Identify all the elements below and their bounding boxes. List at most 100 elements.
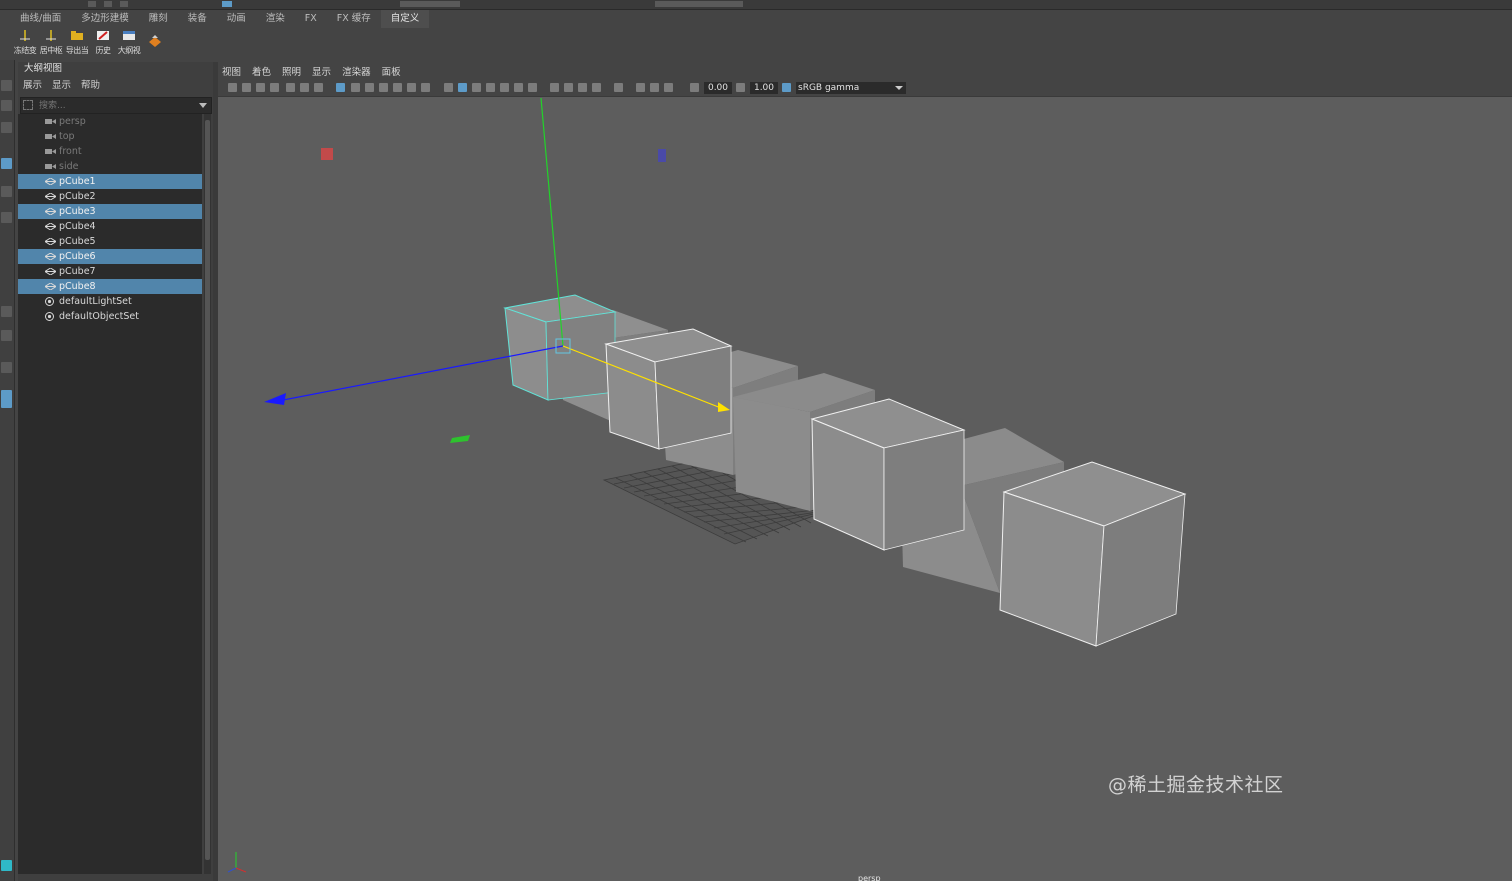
shelf-tab-rigging[interactable]: 装备 — [178, 10, 217, 28]
outliner-item-pcube8[interactable]: pCube8 — [18, 279, 202, 294]
outliner-item-pcube7[interactable]: pCube7 — [18, 264, 202, 279]
transform-gizmo-button[interactable] — [142, 30, 168, 58]
gate-mask-icon[interactable] — [379, 83, 388, 92]
field-chart-icon[interactable] — [393, 83, 402, 92]
viewport-menu-view[interactable]: 视图 — [222, 64, 241, 78]
default-material-icon[interactable] — [472, 83, 481, 92]
menu-icon[interactable] — [104, 1, 112, 7]
grease-pencil-icon[interactable] — [300, 83, 309, 92]
rotate-tool-icon[interactable] — [1, 186, 12, 197]
export-selection-button[interactable]: 导出当 — [64, 30, 90, 58]
outliner-item-pcube6[interactable]: pCube6 — [18, 249, 202, 264]
anti-aliasing-icon[interactable] — [578, 83, 587, 92]
outliner-menu-display[interactable]: 展示 — [23, 77, 42, 91]
shelf-tab-fx-cache[interactable]: FX 缓存 — [327, 10, 381, 28]
menu-dropdown[interactable] — [400, 1, 460, 7]
script-editor-icon[interactable] — [1, 860, 12, 871]
outliner-item-pcube2[interactable]: pCube2 — [18, 189, 202, 204]
resolution-gate-icon[interactable] — [365, 83, 374, 92]
xray-joints-icon[interactable] — [664, 83, 673, 92]
exposure-icon[interactable] — [690, 83, 699, 92]
viewport-menu-renderer[interactable]: 渲染器 — [342, 64, 371, 78]
menu-icon[interactable] — [88, 1, 96, 7]
select-tool-icon[interactable] — [1, 80, 12, 91]
outliner-menu-help[interactable]: 帮助 — [81, 77, 100, 91]
shelf-tab-rendering[interactable]: 渲染 — [256, 10, 295, 28]
xray-icon[interactable] — [636, 83, 645, 92]
scrollbar-thumb[interactable] — [205, 120, 210, 860]
cube-pcube8[interactable] — [999, 461, 1187, 647]
grid-icon[interactable] — [336, 83, 345, 92]
viewport-menu-panels[interactable]: 面板 — [382, 64, 401, 78]
shelf-tab-custom[interactable]: 自定义 — [380, 10, 430, 28]
delete-history-button[interactable]: 历史 — [90, 30, 116, 58]
color-management-icon[interactable] — [782, 83, 791, 92]
outliner-item-top[interactable]: top — [18, 129, 202, 144]
paint-tool-icon[interactable] — [1, 122, 12, 133]
outliner-item-pcube4[interactable]: pCube4 — [18, 219, 202, 234]
xray-active-icon[interactable] — [650, 83, 659, 92]
workspace-dropdown[interactable] — [655, 1, 743, 7]
outliner-search-input[interactable] — [39, 98, 189, 113]
shelf-tab-sculpting[interactable]: 雕刻 — [139, 10, 178, 28]
depth-of-field-icon[interactable] — [592, 83, 601, 92]
select-camera-icon[interactable] — [228, 83, 237, 92]
outliner-item-persp[interactable]: persp — [18, 114, 202, 129]
viewport-menu-shading[interactable]: 着色 — [252, 64, 271, 78]
menu-icon[interactable] — [222, 1, 232, 7]
outliner-item-defaultlightset[interactable]: defaultLightSet — [18, 294, 202, 309]
shelf-tab-curves[interactable]: 曲线/曲面 — [10, 10, 71, 28]
shadows-icon[interactable] — [528, 83, 537, 92]
viewport-menu-show[interactable]: 显示 — [312, 64, 331, 78]
center-pivot-button[interactable]: 居中枢 — [38, 30, 64, 58]
scale-tool-icon[interactable] — [1, 212, 12, 223]
outliner-item-front[interactable]: front — [18, 144, 202, 159]
shelf-tab-animation[interactable]: 动画 — [217, 10, 256, 28]
lasso-tool-icon[interactable] — [1, 100, 12, 111]
outliner-item-defaultobjectset[interactable]: defaultObjectSet — [18, 309, 202, 324]
2d-pan-icon[interactable] — [286, 83, 295, 92]
film-gate-icon[interactable] — [351, 83, 360, 92]
image-plane-icon[interactable] — [270, 83, 279, 92]
screen-space-ao-icon[interactable] — [550, 83, 559, 92]
wireframe-icon[interactable] — [444, 83, 453, 92]
shelf-tab-fx[interactable]: FX — [295, 10, 327, 28]
textured-icon[interactable] — [500, 83, 509, 92]
grease-pencil-draw-icon[interactable] — [314, 83, 323, 92]
safe-action-icon[interactable] — [407, 83, 416, 92]
outliner-menu-show[interactable]: 显示 — [52, 77, 71, 91]
menu-icon[interactable] — [120, 1, 128, 7]
shelf-tab-poly-modeling[interactable]: 多边形建模 — [71, 10, 139, 28]
wireframe-on-shaded-icon[interactable] — [486, 83, 495, 92]
scene-3d-view[interactable] — [218, 62, 1512, 881]
outliner-item-pcube5[interactable]: pCube5 — [18, 234, 202, 249]
gamma-field[interactable]: 1.00 — [750, 82, 778, 94]
smooth-shade-icon[interactable] — [458, 83, 467, 92]
cube-pcube6[interactable] — [810, 398, 966, 551]
freeze-transform-button[interactable]: 冻结变 — [12, 30, 38, 58]
gamma-icon[interactable] — [736, 83, 745, 92]
layout-side-icon[interactable] — [1, 362, 12, 373]
center-pivot-icon — [46, 30, 56, 41]
cube-pcube3[interactable] — [604, 328, 733, 450]
move-tool-icon[interactable] — [1, 158, 12, 169]
outliner-button[interactable]: 大纲视 — [116, 30, 142, 58]
motion-blur-icon[interactable] — [564, 83, 573, 92]
chevron-down-icon[interactable] — [199, 103, 207, 108]
isolate-select-icon[interactable] — [614, 83, 623, 92]
outliner-item-pcube1[interactable]: pCube1 — [18, 174, 202, 189]
use-all-lights-icon[interactable] — [514, 83, 523, 92]
outliner-scrollbar[interactable] — [204, 114, 211, 874]
layout-single-icon[interactable] — [1, 306, 12, 317]
search-filter-icon[interactable] — [23, 100, 33, 110]
camera-attributes-icon[interactable] — [242, 83, 251, 92]
outliner-item-side[interactable]: side — [18, 159, 202, 174]
layout-four-icon[interactable] — [1, 330, 12, 341]
viewport-menu-lighting[interactable]: 照明 — [282, 64, 301, 78]
bookmark-icon[interactable] — [256, 83, 265, 92]
exposure-field[interactable]: 0.00 — [704, 82, 732, 94]
layout-outliner-icon[interactable] — [1, 390, 12, 408]
outliner-item-pcube3[interactable]: pCube3 — [18, 204, 202, 219]
color-space-dropdown[interactable]: sRGB gamma — [796, 82, 906, 94]
safe-title-icon[interactable] — [421, 83, 430, 92]
